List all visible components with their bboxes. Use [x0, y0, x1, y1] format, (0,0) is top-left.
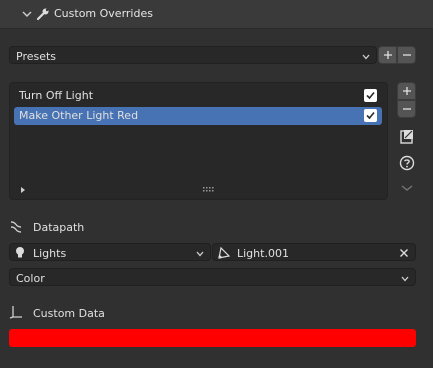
list-item-label: Make Other Light Red: [19, 109, 139, 122]
minus-icon: [402, 108, 411, 110]
duplicate-icon[interactable]: [398, 128, 416, 146]
custom-data-color-field[interactable]: [9, 329, 416, 347]
plus-icon: [383, 51, 392, 59]
add-preset-button[interactable]: [378, 46, 397, 64]
remove-override-button[interactable]: [397, 100, 416, 118]
checkmark-icon: [366, 111, 375, 120]
drag-handle-icon[interactable]: [203, 187, 215, 193]
datapath-property-dropdown[interactable]: Color: [9, 268, 416, 286]
chevron-down-icon[interactable]: [400, 184, 414, 192]
datapath-property-value: Color: [16, 272, 45, 285]
list-item[interactable]: Make Other Light Red: [14, 107, 382, 125]
datapath-object-field[interactable]: Light.001: [212, 243, 416, 261]
custom-data-label: Custom Data: [33, 307, 105, 320]
list-item-checkbox[interactable]: [364, 109, 377, 122]
checkmark-icon: [366, 91, 375, 100]
minus-icon: [402, 54, 411, 56]
presets-label: Presets: [16, 50, 57, 63]
chevron-down-icon: [196, 251, 204, 257]
list-item-checkbox[interactable]: [364, 89, 377, 102]
close-icon[interactable]: [399, 248, 409, 258]
datapath-type-value: Lights: [33, 247, 67, 260]
lightbulb-icon: [16, 247, 24, 258]
list-item-label: Turn Off Light: [19, 89, 94, 102]
chevron-down-icon: [401, 276, 409, 282]
remove-preset-button[interactable]: [397, 46, 416, 64]
expand-icon[interactable]: [19, 186, 27, 194]
custom-data-icon: [9, 306, 22, 319]
add-override-button[interactable]: [397, 82, 416, 100]
presets-dropdown[interactable]: Presets: [9, 46, 377, 64]
chevron-down-icon: [22, 11, 32, 17]
datapath-type-dropdown[interactable]: Lights: [9, 243, 211, 261]
datapath-object-value: Light.001: [237, 247, 289, 260]
datapath-icon: [10, 221, 22, 233]
help-icon[interactable]: [398, 154, 416, 172]
list-item[interactable]: Turn Off Light: [14, 87, 382, 105]
overrides-list[interactable]: Turn Off Light Make Other Light Red: [9, 82, 388, 200]
object-icon: [218, 246, 231, 259]
plus-icon: [402, 87, 411, 95]
panel-header[interactable]: Custom Overrides: [0, 0, 433, 29]
wrench-icon: [36, 8, 49, 21]
panel-title: Custom Overrides: [54, 7, 153, 20]
datapath-label: Datapath: [33, 221, 85, 234]
chevron-down-icon: [362, 54, 370, 60]
